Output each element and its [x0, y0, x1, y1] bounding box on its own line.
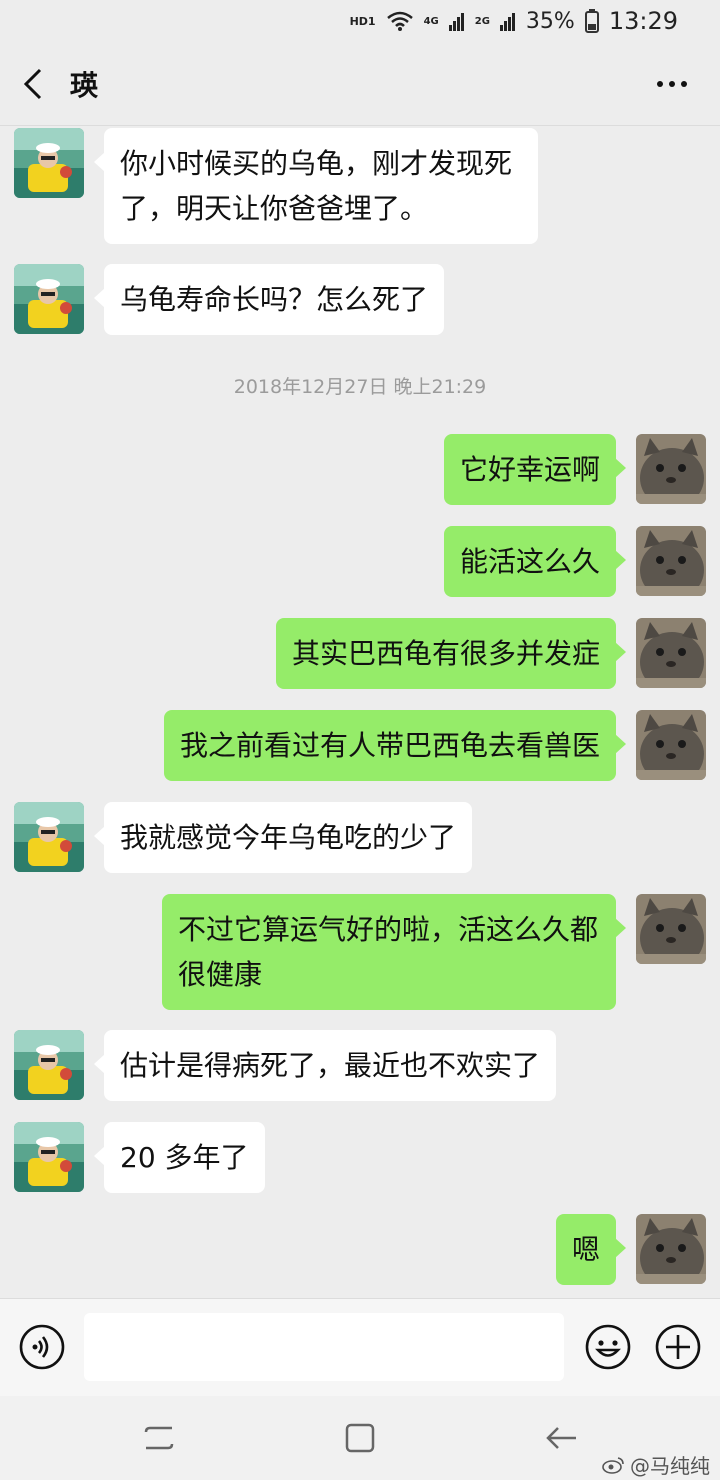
more-functions-button[interactable] — [654, 1323, 702, 1371]
contact-avatar[interactable] — [14, 264, 84, 334]
battery-level: 35% — [525, 8, 575, 34]
message-received: 估计是得病死了，最近也不欢实了 — [14, 1030, 557, 1101]
hd-indicator: HD1 — [349, 14, 376, 28]
my-avatar[interactable] — [636, 894, 706, 964]
message-sent: 其实巴西龟有很多并发症 — [275, 618, 706, 689]
message-bubble[interactable]: 它好幸运啊 — [443, 434, 627, 505]
signal-icon — [499, 11, 516, 31]
message-input[interactable] — [84, 1313, 564, 1381]
home-button[interactable] — [342, 1420, 378, 1456]
input-toolbar — [0, 1298, 720, 1396]
home-icon — [345, 1423, 375, 1453]
message-bubble[interactable]: 其实巴西龟有很多并发症 — [275, 618, 627, 689]
more-options-button[interactable] — [654, 70, 690, 98]
my-avatar[interactable] — [636, 434, 706, 504]
message-sent: 不过它算运气好的啦，活这么久都很健康 — [162, 894, 706, 1010]
chat-title: 瑛 — [70, 69, 99, 102]
back-button[interactable] — [18, 66, 54, 102]
emoji-button[interactable] — [584, 1323, 632, 1371]
watermark: @马纯纯 — [602, 1450, 710, 1479]
battery-icon — [584, 9, 599, 33]
message-bubble[interactable]: 嗯 — [555, 1214, 627, 1285]
4g-indicator: 4G — [423, 15, 439, 27]
more-horizontal-icon — [657, 81, 687, 87]
status-bar: HD1 4G 2G 35% 13:29 — [0, 0, 720, 42]
recent-apps-icon — [144, 1426, 174, 1450]
message-bubble[interactable]: 我就感觉今年乌龟吃的少了 — [93, 802, 473, 873]
plus-icon — [655, 1324, 701, 1370]
weibo-icon — [602, 1456, 624, 1474]
my-avatar[interactable] — [636, 618, 706, 688]
watermark-text: @马纯纯 — [630, 1454, 710, 1478]
chat-header: 瑛 — [0, 42, 720, 126]
my-avatar[interactable] — [636, 710, 706, 780]
emoji-icon — [585, 1324, 631, 1370]
contact-avatar[interactable] — [14, 128, 84, 198]
message-sent: 它好幸运啊 — [443, 434, 706, 505]
signal-icon — [448, 11, 465, 31]
contact-avatar[interactable] — [14, 1030, 84, 1100]
message-bubble[interactable]: 你小时候买的乌龟，刚才发现死了，明天让你爸爸埋了。 — [94, 128, 538, 244]
message-received: 20 多年了 — [14, 1122, 265, 1193]
message-list[interactable]: 你小时候买的乌龟，刚才发现死了，明天让你爸爸埋了。 乌龟寿命长吗？怎么死了 20… — [0, 126, 720, 1298]
message-received: 我就感觉今年乌龟吃的少了 — [14, 802, 473, 873]
contact-avatar[interactable] — [14, 802, 84, 872]
my-avatar[interactable] — [636, 1214, 706, 1284]
message-bubble[interactable]: 能活这么久 — [443, 526, 627, 597]
arrow-left-icon — [546, 1427, 576, 1449]
message-bubble[interactable]: 估计是得病死了，最近也不欢实了 — [93, 1030, 557, 1101]
message-sent: 能活这么久 — [443, 526, 706, 597]
2g-indicator: 2G — [474, 15, 490, 27]
message-sent: 嗯 — [555, 1214, 706, 1285]
clock: 13:29 — [608, 7, 678, 35]
message-bubble[interactable]: 我之前看过有人带巴西龟去看兽医 — [163, 710, 627, 781]
recent-apps-button[interactable] — [142, 1420, 178, 1456]
message-bubble[interactable]: 20 多年了 — [94, 1122, 265, 1193]
wifi-icon — [386, 10, 414, 32]
my-avatar[interactable] — [636, 526, 706, 596]
chat-timestamp: 2018年12月27日 晚上21:29 — [233, 376, 487, 398]
contact-avatar[interactable] — [14, 1122, 84, 1192]
chevron-left-icon — [23, 68, 42, 100]
message-received: 你小时候买的乌龟，刚才发现死了，明天让你爸爸埋了。 — [14, 128, 538, 244]
voice-button[interactable] — [18, 1323, 66, 1371]
message-bubble[interactable]: 不过它算运气好的啦，活这么久都很健康 — [162, 894, 626, 1010]
message-bubble[interactable]: 乌龟寿命长吗？怎么死了 — [93, 264, 445, 335]
message-sent: 我之前看过有人带巴西龟去看兽医 — [163, 710, 706, 781]
message-received: 乌龟寿命长吗？怎么死了 — [14, 264, 445, 335]
system-back-button[interactable] — [544, 1420, 580, 1456]
voice-icon — [19, 1324, 65, 1370]
